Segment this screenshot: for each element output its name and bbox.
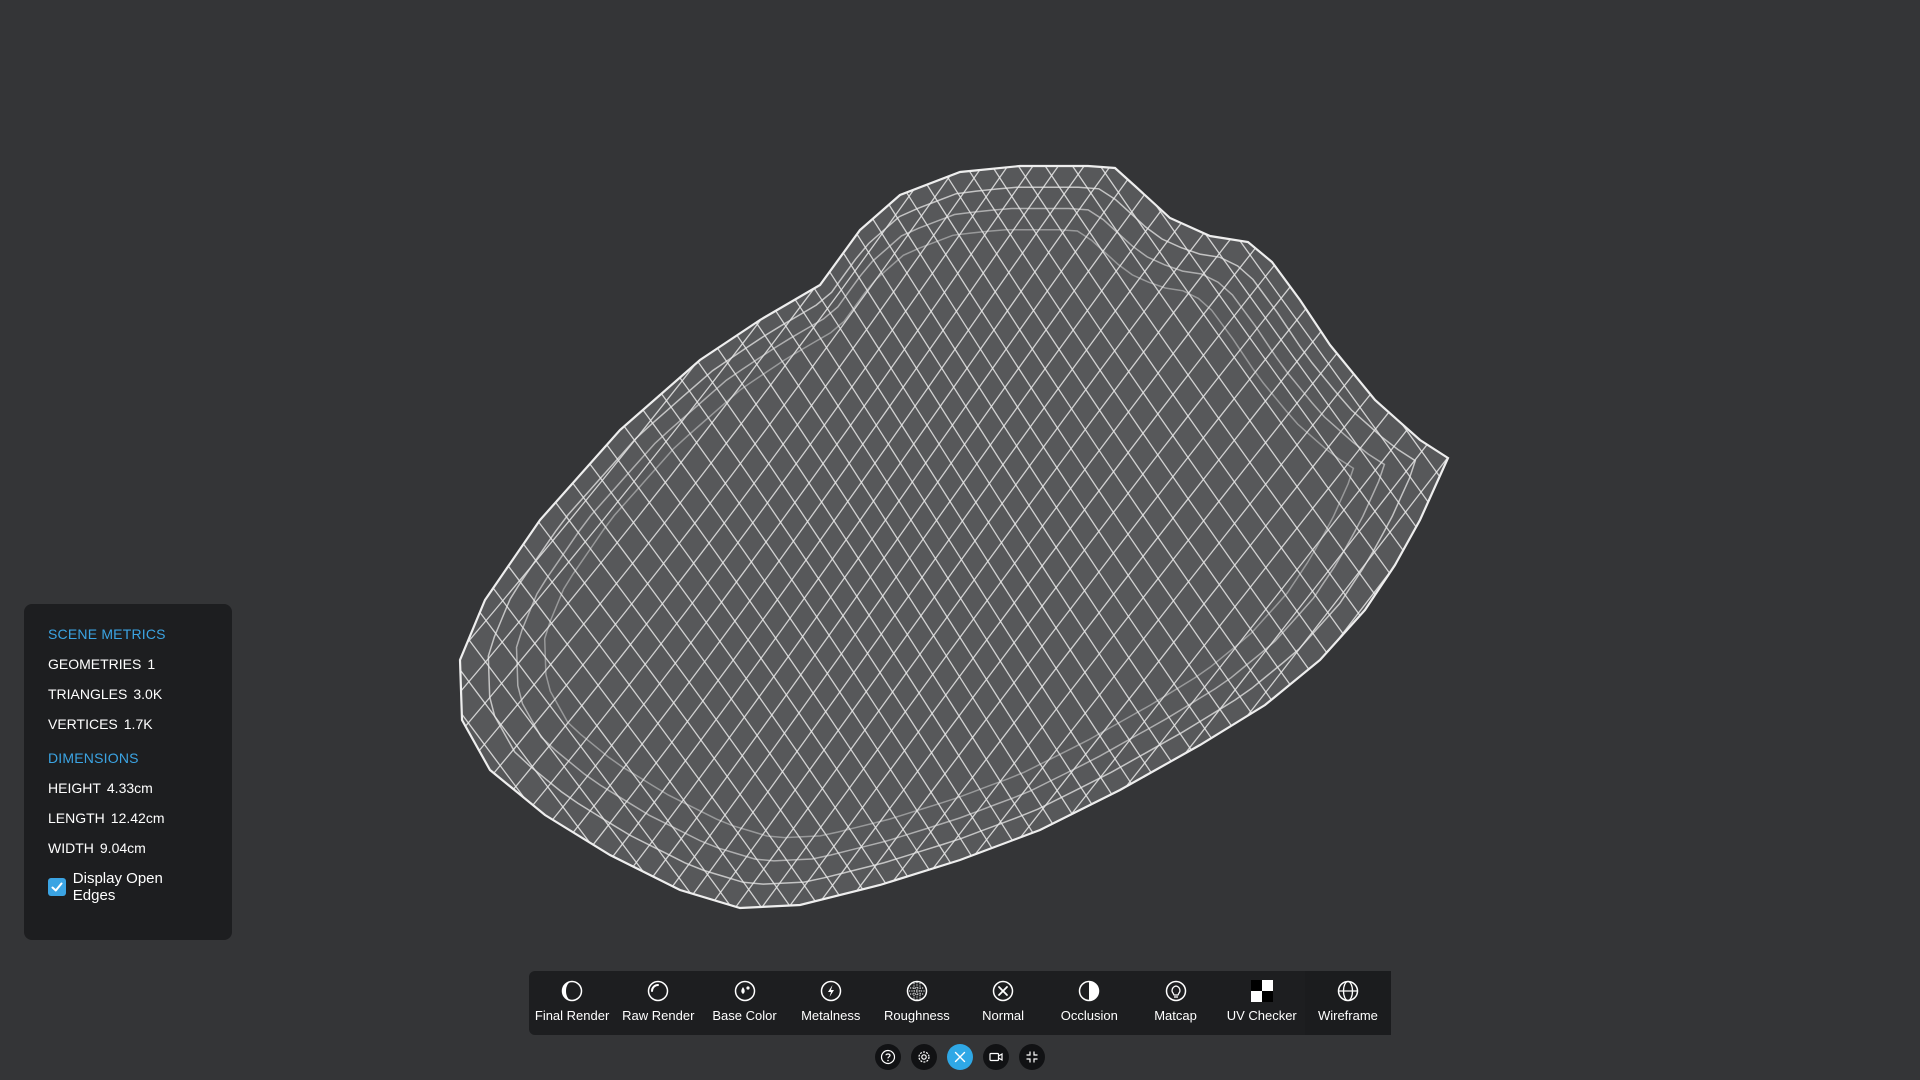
display-open-edges-label: Display Open Edges: [72, 870, 163, 904]
normal-button[interactable]: Normal: [960, 971, 1046, 1035]
width-value: 9.04cm: [99, 840, 146, 856]
exit-fullscreen-icon: [1026, 1051, 1038, 1063]
help-icon: [880, 1049, 896, 1065]
model-surface: [460, 166, 1448, 908]
base-color-button[interactable]: Base Color: [701, 971, 787, 1035]
metalness-button[interactable]: Metalness: [788, 971, 874, 1035]
geometries-value: 1: [147, 656, 156, 672]
render-mode-toolbar: Final Render Raw Render Base Color Metal…: [529, 971, 1392, 1035]
vertices-label: VERTICES: [48, 716, 118, 732]
vertices-row: VERTICES 1.7K: [48, 716, 208, 734]
width-row: WIDTH 9.04cm: [48, 840, 208, 858]
viewer-controls: [875, 1044, 1045, 1070]
uv-checker-button[interactable]: UV Checker: [1219, 971, 1305, 1035]
3d-viewport[interactable]: [0, 0, 1920, 1080]
scene-metrics-title: SCENE METRICS: [48, 626, 166, 642]
roughness-icon: [906, 980, 928, 1002]
height-row: HEIGHT 4.33cm: [48, 780, 208, 798]
length-label: LENGTH: [48, 810, 105, 826]
close-icon: [954, 1051, 966, 1063]
matcap-icon: [1165, 980, 1186, 1002]
occlusion-icon: [1079, 980, 1100, 1002]
raw-render-button[interactable]: Raw Render: [615, 971, 701, 1035]
metalness-icon: [820, 980, 841, 1002]
exit-fullscreen-button[interactable]: [1019, 1044, 1045, 1070]
camera-icon: [989, 1052, 1003, 1062]
dimensions-title: DIMENSIONS: [48, 750, 139, 766]
wireframe-model[interactable]: [0, 0, 1920, 1080]
display-open-edges-toggle[interactable]: Display Open Edges: [48, 870, 208, 904]
triangles-label: TRIANGLES: [48, 686, 128, 702]
geometries-label: GEOMETRIES: [48, 656, 142, 672]
base-color-icon: [734, 980, 755, 1002]
uv-checker-icon: [1250, 980, 1273, 1002]
raw-render-icon: [648, 980, 669, 1002]
roughness-button[interactable]: Roughness: [874, 971, 960, 1035]
final-render-icon: [561, 980, 583, 1002]
checkbox-checked-icon[interactable]: [48, 878, 66, 896]
wireframe-button[interactable]: Wireframe: [1304, 971, 1392, 1035]
vertices-value: 1.7K: [123, 716, 153, 732]
length-value: 12.42cm: [110, 810, 165, 826]
height-value: 4.33cm: [106, 780, 153, 796]
occlusion-button[interactable]: Occlusion: [1046, 971, 1132, 1035]
normal-icon: [992, 980, 1014, 1002]
height-label: HEIGHT: [48, 780, 101, 796]
settings-icon: [918, 1051, 930, 1063]
settings-button[interactable]: [911, 1044, 937, 1070]
camera-button[interactable]: [983, 1044, 1009, 1070]
scene-metrics-panel: SCENE METRICS GEOMETRIES 1 TRIANGLES 3.0K …: [24, 604, 232, 940]
final-render-button[interactable]: Final Render: [529, 971, 615, 1035]
triangles-row: TRIANGLES 3.0K: [48, 686, 208, 704]
wireframe-icon: [1337, 980, 1359, 1002]
help-button[interactable]: [875, 1044, 901, 1070]
geometries-row: GEOMETRIES 1: [48, 656, 208, 674]
triangles-value: 3.0K: [133, 686, 163, 702]
width-label: WIDTH: [48, 840, 94, 856]
length-row: LENGTH 12.42cm: [48, 810, 208, 828]
matcap-button[interactable]: Matcap: [1132, 971, 1218, 1035]
close-button[interactable]: [947, 1044, 973, 1070]
